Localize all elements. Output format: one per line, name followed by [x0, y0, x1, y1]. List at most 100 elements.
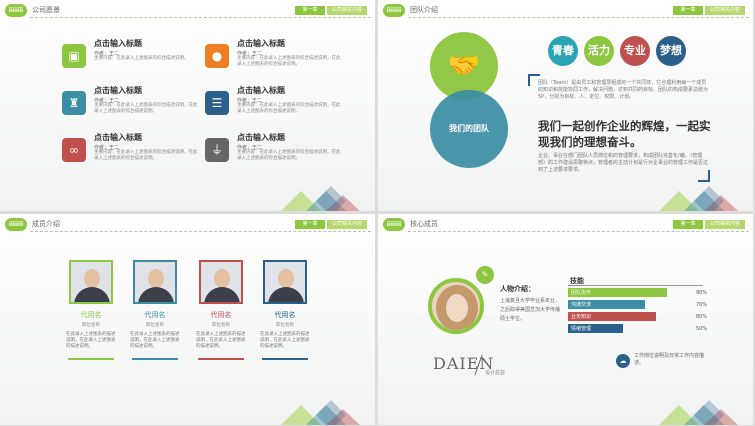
company-tag: 公司相关内容 [327, 220, 367, 229]
skill-percent: 90% [696, 290, 708, 296]
member-desc: 在此录入上述图表的描述说明，在此录入上述图表的描述说明。 [196, 332, 246, 349]
skill-label: 团队协作 [571, 290, 592, 296]
list-item: ⏚ 点击输入标题 作者：王二 主要内容：在此录入上述图表的综合描述说明，在此录入… [205, 132, 355, 168]
chapter-tag: 第一章 [295, 220, 325, 229]
cloud-icon: ☁ [616, 354, 630, 368]
member-role: 职位名称 [146, 323, 164, 328]
item-title: 点击输入标题 [94, 39, 142, 48]
member-role: 职位名称 [82, 323, 100, 328]
member-bar [262, 358, 308, 360]
item-title: 点击输入标题 [237, 133, 285, 142]
item-title: 点击输入标题 [94, 86, 142, 95]
decorative-diamonds [281, 400, 360, 425]
divider [408, 231, 749, 232]
list-item: ▣ 点击输入标题 作者：王二 主要内容：在此录入上述图表的综合描述说明。 [62, 38, 212, 74]
skill-bar: 团队协作 [568, 288, 667, 297]
divider [568, 285, 703, 286]
item-desc: 主要内容：在此录入上述图表的综合描述说明，在此录入上述图表的综合描述说明。 [237, 56, 341, 67]
avatar [263, 260, 307, 304]
team-headline: 我们一起创作企业的辉煌，一起实现我们的理想奋斗。 [538, 119, 711, 149]
person-desc: 上海复旦大学毕业系年业，之后取得美国芝加大学传播硕士学位。 [500, 298, 561, 322]
skill-label: 沟通交流 [571, 302, 592, 308]
skill-label: 业务知识 [571, 314, 592, 320]
chapter-tag: 第一章 [295, 6, 325, 15]
list-item: ☰ 点击输入标题 作者：王二 主要内容：在此录入上述图表的综合描述说明，在此录入… [205, 85, 355, 121]
link-icon: ∞ [62, 138, 86, 162]
slide-title: 核心成员 [410, 220, 438, 228]
list-item: ♜ 点击输入标题 作者：王二 主要内容：在此录入上述图表的综合描述说明，在此录入… [62, 85, 212, 121]
item-desc: 主要内容：在此录入上述图表的综合描述说明。 [94, 56, 189, 61]
member-card: 代用名 职位名称 在此录入上述图表的描述说明，在此录入上述图表的描述说明。 [130, 260, 180, 360]
item-title: 点击输入标题 [237, 86, 285, 95]
item-title: 点击输入标题 [237, 39, 285, 48]
logo-badge: iiiiiii [5, 218, 27, 231]
person-label: 人物介绍： [500, 285, 535, 293]
keyword-badge: 活力 [584, 36, 614, 66]
item-desc: 主要内容：在此录入上述图表的综合描述说明，在此录入上述图表的综合描述说明。 [237, 103, 341, 114]
avatar [133, 260, 177, 304]
divider [30, 231, 371, 232]
logo-badge: iiiiiii [383, 4, 405, 17]
skill-bar: 业务知识 [568, 312, 656, 321]
brand-sub: 设计总监 [485, 370, 506, 376]
keyword-badge: 梦想 [656, 36, 686, 66]
list-item: ∞ 点击输入标题 作者：王二 主要内容：在此录入上述图表的综合描述说明，在此录入… [62, 132, 212, 168]
item-desc: 主要内容：在此录入上述图表的综合描述说明，在此录入上述图表的综合描述说明。 [237, 150, 341, 161]
member-card: 代用名 职位名称 在此录入上述图表的描述说明，在此录入上述图表的描述说明。 [66, 260, 116, 360]
person-icon: ✎ [476, 266, 494, 284]
logo-badge: iiiiiii [5, 4, 27, 17]
team-paragraph-2: 企业、事业在部门团队人员岗位和的管理要求，构成团队完善化/编，（管理部）的工作建… [538, 153, 709, 173]
member-card: 代用名 职位名称 在此录入上述图表的描述说明，在此录入上述图表的描述说明。 [196, 260, 246, 360]
avatar [199, 260, 243, 304]
member-bar [68, 358, 114, 360]
avatar [428, 278, 484, 334]
member-bar [132, 358, 178, 360]
note-text: 工作岗位说明及日常工作内容描述。 [634, 353, 705, 366]
skill-percent: 50% [696, 326, 708, 332]
trophy-icon: ♜ [62, 91, 86, 115]
skill-label: 情绪管理 [571, 326, 592, 332]
company-tag: 公司相关内容 [705, 6, 745, 15]
member-bar [198, 358, 244, 360]
item-desc: 主要内容：在此录入上述图表的综合描述说明，在此录入上述图表的综合描述说明。 [94, 150, 198, 161]
slide-company-vision[interactable]: iiiiiii 公司愿景 第一章 公司相关内容 ▣ 点击输入标题 作者：王二 主… [0, 0, 375, 211]
decorative-diamonds [659, 186, 738, 211]
divider [408, 17, 749, 18]
slide-members[interactable]: iiiiiii 成员介绍 第一章 公司相关内容 代用名 职位名称 在此录入上述图… [0, 214, 375, 425]
member-desc: 在此录入上述图表的描述说明，在此录入上述图表的描述说明。 [66, 332, 116, 349]
avatar [69, 260, 113, 304]
member-card: 代用名 职位名称 在此录入上述图表的描述说明，在此录入上述图表的描述说明。 [260, 260, 310, 360]
team-circle: 我们的团队 [430, 90, 508, 168]
company-tag: 公司相关内容 [705, 220, 745, 229]
member-role: 职位名称 [276, 323, 294, 328]
member-name: 代用名 [80, 311, 102, 319]
slide-team-intro[interactable]: iiiiiii 团队介绍 第一章 公司相关内容 🤝 我们的团队 青春 活力 专业… [378, 0, 753, 211]
slide-core-member[interactable]: iiiiiii 核心成员 第一章 公司相关内容 ✎ 人物介绍： 上海复旦大学毕业… [378, 214, 753, 425]
item-title: 点击输入标题 [94, 133, 142, 142]
presentation-icon: ▣ [62, 44, 86, 68]
member-name: 代用名 [144, 311, 166, 319]
company-tag: 公司相关内容 [327, 6, 367, 15]
chat-icon: ● [205, 44, 229, 68]
member-role: 职位名称 [212, 323, 230, 328]
database-icon: ☰ [205, 91, 229, 115]
member-desc: 在此录入上述图表的描述说明，在此录入上述图表的描述说明。 [130, 332, 180, 349]
plug-icon: ⏚ [205, 138, 229, 162]
skill-bar: 沟通交流 [568, 300, 645, 309]
member-name: 代用名 [274, 311, 296, 319]
list-item: ● 点击输入标题 作者：王二 主要内容：在此录入上述图表的综合描述说明，在此录入… [205, 38, 355, 74]
member-name: 代用名 [210, 311, 232, 319]
skill-bar: 情绪管理 [568, 324, 623, 333]
slide-title: 团队介绍 [410, 6, 438, 14]
decorative-diamonds [659, 400, 738, 425]
slide-title: 公司愿景 [32, 6, 60, 14]
logo-badge: iiiiiii [383, 218, 405, 231]
decorative-diamonds [281, 186, 360, 211]
keyword-badge: 青春 [548, 36, 578, 66]
slide-title: 成员介绍 [32, 220, 60, 228]
item-desc: 主要内容：在此录入上述图表的综合描述说明，在此录入上述图表的综合描述说明。 [94, 103, 198, 114]
keyword-badge: 专业 [620, 36, 650, 66]
member-desc: 在此录入上述图表的描述说明，在此录入上述图表的描述说明。 [260, 332, 310, 349]
team-paragraph: 团队（Team）是由员工和管理层组成的一个共同体，它合理利用每一个成员的知识和技… [538, 80, 709, 100]
skill-percent: 70% [696, 302, 708, 308]
